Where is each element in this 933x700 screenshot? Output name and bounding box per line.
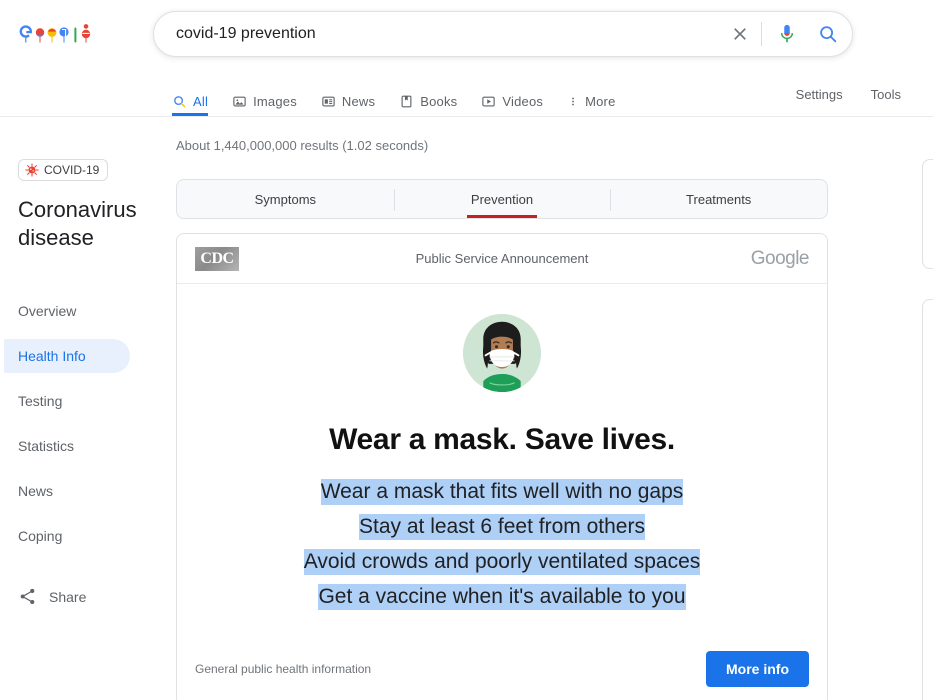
psa-tips-list: Wear a mask that fits well with no gaps …: [177, 474, 827, 614]
nav-utility-group: Settings Tools: [782, 78, 933, 103]
image-icon: [233, 96, 246, 107]
share-button[interactable]: Share: [18, 587, 172, 606]
voice-search-button[interactable]: [770, 12, 804, 56]
clear-search-button[interactable]: [721, 12, 759, 56]
psa-tip-2: Stay at least 6 feet from others: [177, 509, 827, 544]
knowledge-panel-card-top: [922, 159, 933, 269]
nav-tab-more[interactable]: More: [567, 78, 629, 116]
sidebar-item-statistics[interactable]: Statistics: [4, 429, 130, 463]
search-icon: [820, 26, 837, 43]
tab-prevention[interactable]: Prevention: [393, 180, 611, 218]
psa-headline: Wear a mask. Save lives.: [329, 423, 675, 456]
google-wordmark: Google: [750, 247, 810, 269]
psa-tip-4-text: Get a vaccine when it's available to you: [318, 584, 686, 610]
book-icon: [401, 95, 412, 108]
tab-symptoms[interactable]: Symptoms: [177, 180, 394, 218]
sidebar-item-news[interactable]: News: [4, 474, 130, 508]
cdc-logo: CDC: [195, 246, 239, 271]
settings-button[interactable]: Settings: [782, 87, 857, 103]
search-icon: [174, 96, 186, 108]
google-doodle-logo[interactable]: [18, 24, 110, 48]
covid-badge-label: COVID-19: [44, 163, 100, 177]
tools-button[interactable]: Tools: [857, 87, 915, 103]
nav-tab-images-label: Images: [253, 93, 297, 109]
page-header: All Images News: [0, 0, 933, 117]
news-icon: [322, 96, 335, 107]
psa-card: CDC Public Service Announcement Google W…: [176, 233, 828, 700]
psa-tip-3-text: Avoid crowds and poorly ventilated space…: [303, 549, 701, 575]
nav-tab-books-label: Books: [420, 93, 458, 109]
search-input[interactable]: [154, 22, 721, 46]
covid-badge: COVID-19: [18, 159, 109, 181]
psa-tip-1-text: Wear a mask that fits well with no gaps: [320, 479, 684, 505]
person-wearing-mask-illustration: [463, 314, 541, 392]
nav-tab-all-label: All: [193, 93, 209, 109]
search-divider: [761, 22, 762, 46]
nav-tab-images[interactable]: Images: [232, 78, 311, 116]
virus-icon: [25, 163, 39, 177]
google-doodle-svg: [19, 24, 91, 43]
psa-card-footer: General public health information More i…: [177, 632, 827, 700]
page-title: Coronavirus disease: [18, 197, 137, 250]
tab-treatments[interactable]: Treatments: [610, 180, 827, 218]
nav-tab-books[interactable]: Books: [399, 78, 471, 116]
sidebar-nav: Overview Health Info Testing Statistics …: [4, 294, 172, 553]
nav-tab-all[interactable]: All: [172, 78, 222, 116]
knowledge-panel-card-bottom: [922, 299, 933, 700]
psa-tip-1: Wear a mask that fits well with no gaps: [177, 474, 827, 509]
psa-tip-4: Get a vaccine when it's available to you: [177, 579, 827, 614]
sidebar-item-coping[interactable]: Coping: [4, 519, 130, 553]
nav-tab-more-label: More: [585, 93, 616, 109]
health-topic-tabs: Symptoms Prevention Treatments: [176, 179, 828, 219]
results-main-column: About 1,440,000,000 results (1.02 second…: [172, 117, 844, 700]
page-body: COVID-19 Coronavirus disease Overview He…: [0, 117, 933, 700]
psa-card-header: CDC Public Service Announcement Google: [177, 234, 827, 284]
result-stats: About 1,440,000,000 results (1.02 second…: [176, 138, 429, 153]
nav-tab-news[interactable]: News: [321, 78, 389, 116]
search-box[interactable]: [153, 11, 853, 57]
microphone-icon: [780, 24, 794, 43]
covid-sidebar: COVID-19 Coronavirus disease Overview He…: [0, 117, 172, 606]
nav-tab-videos-label: Videos: [502, 93, 544, 109]
share-label: Share: [49, 588, 87, 605]
more-vertical-icon: [572, 97, 574, 106]
search-submit-button[interactable]: [804, 12, 852, 56]
psa-tip-3: Avoid crowds and poorly ventilated space…: [177, 544, 827, 579]
nav-tab-videos[interactable]: Videos: [481, 78, 557, 116]
nav-tab-list: All Images News Books Videos More: [172, 78, 640, 116]
more-info-button[interactable]: More info: [706, 651, 809, 687]
search-nav-tabs: All Images News Books Videos More Settin…: [0, 78, 933, 117]
close-icon: [734, 28, 746, 40]
nav-tab-news-label: News: [341, 93, 376, 109]
psa-title: Public Service Announcement: [415, 251, 589, 266]
video-icon: [482, 96, 496, 107]
share-icon: [20, 588, 35, 605]
sidebar-item-health-info[interactable]: Health Info: [4, 339, 130, 373]
psa-footer-note: General public health information: [195, 662, 372, 676]
sidebar-item-overview[interactable]: Overview: [4, 294, 130, 328]
psa-card-body: Wear a mask. Save lives. Wear a mask tha…: [177, 284, 827, 614]
psa-tip-2-text: Stay at least 6 feet from others: [359, 514, 645, 540]
sidebar-item-testing[interactable]: Testing: [4, 384, 130, 418]
